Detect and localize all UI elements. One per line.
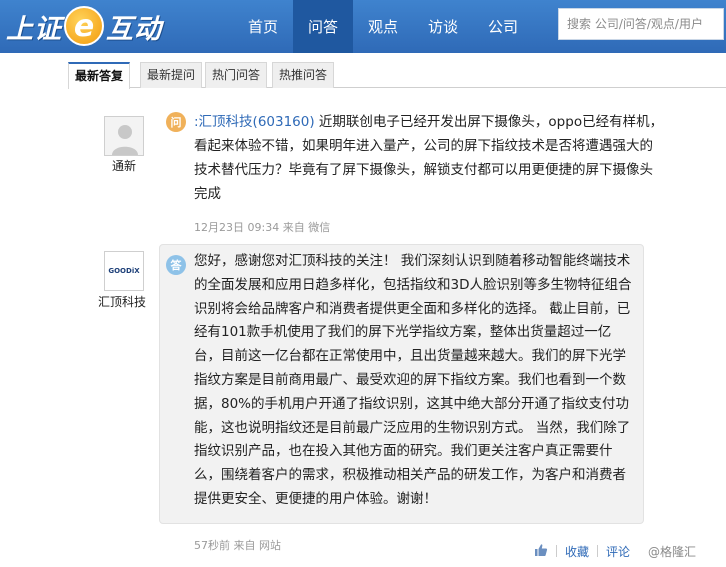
asker-name[interactable]: 通新 (94, 157, 154, 174)
answer-time: 57秒前 (194, 539, 230, 552)
question-time: 12月23日 09:34 (194, 221, 280, 234)
tab-hot-qa[interactable]: 热门问答 (205, 62, 268, 88)
favorite-button[interactable]: 收藏 (565, 543, 589, 560)
company-link[interactable]: :汇顶科技(603160) (194, 114, 315, 130)
comment-button[interactable]: 评论 (606, 543, 630, 560)
nav-company[interactable]: 公司 (473, 0, 533, 53)
thumbs-up-icon[interactable] (534, 543, 548, 560)
action-divider (556, 545, 557, 557)
tab-recommended-qa[interactable]: 热推问答 (272, 62, 335, 88)
action-divider (597, 545, 599, 557)
logo-e-icon: e (64, 6, 104, 46)
user-avatar[interactable] (104, 116, 144, 156)
qa-tabs: 最新答复 最新提问 热门问答 热推问答 (68, 62, 726, 89)
nav-opinion[interactable]: 观点 (353, 0, 413, 53)
answer-badge: 答 (166, 255, 186, 275)
tab-latest-replies[interactable]: 最新答复 (68, 62, 131, 89)
question-text: :汇顶科技(603160) 近期联创电子已经开发出屏下摄像头，oppo已经有样机… (194, 110, 664, 206)
top-navigation-bar: 上证 e 互动 首页 问答 观点 访谈 公司 搜索 公司/问答/观点/用户 (0, 0, 726, 53)
default-user-icon (112, 125, 138, 155)
nav-qa[interactable]: 问答 (293, 0, 353, 53)
question-badge: 问 (166, 112, 186, 132)
logo-text-right: 互动 (106, 13, 162, 45)
answer-source: 来自 网站 (233, 539, 282, 552)
question-source: 来自 微信 (282, 221, 331, 234)
company-logo-text: GOODiX (108, 267, 140, 275)
nav-interview[interactable]: 访谈 (413, 0, 473, 53)
answer-meta: 57秒前 来自 网站 (194, 537, 281, 553)
watermark-text: @格隆汇 (648, 545, 697, 559)
answer-text: 您好，感谢您对汇顶科技的关注！ 我们深刻认识到随着移动智能终端技术的全面发展和应… (194, 253, 632, 507)
company-name[interactable]: 汇顶科技 (91, 293, 153, 310)
logo-text-left: 上证 (6, 13, 62, 45)
tab-latest-questions[interactable]: 最新提问 (140, 62, 203, 88)
search-input[interactable]: 搜索 公司/问答/观点/用户 (558, 8, 724, 40)
answer-actions: 收藏 评论 (534, 541, 630, 561)
site-logo[interactable]: 上证 e 互动 (6, 5, 206, 47)
nav-home[interactable]: 首页 (233, 0, 293, 53)
company-avatar[interactable]: GOODiX (104, 251, 144, 291)
main-nav: 首页 问答 观点 访谈 公司 (233, 0, 533, 53)
question-meta: 12月23日 09:34 来自 微信 (194, 219, 330, 235)
